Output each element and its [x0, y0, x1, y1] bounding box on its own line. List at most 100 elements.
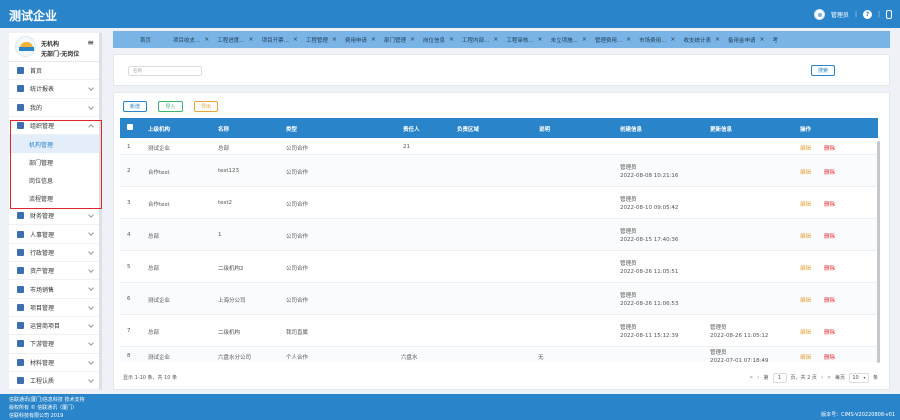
- export-button[interactable]: 导出: [194, 101, 218, 112]
- sidebar-item-5[interactable]: 人事管理: [9, 225, 101, 244]
- close-icon[interactable]: ×: [538, 36, 543, 43]
- page-size-value: 10: [852, 374, 859, 381]
- close-icon[interactable]: ×: [410, 36, 415, 43]
- delete-button[interactable]: 删除: [824, 264, 835, 272]
- tab-0[interactable]: 首页: [113, 31, 169, 48]
- sidebar-item-9[interactable]: 项目管理: [9, 299, 101, 317]
- sidebar-item-4[interactable]: 财务管理: [9, 207, 101, 226]
- edit-button[interactable]: 编辑: [800, 144, 811, 152]
- table-row[interactable]: 3 合作test test2 公司合作 管理员 2022-08-10 09:05:42 编辑…: [120, 187, 878, 219]
- page-size-select[interactable]: 10 ▾: [848, 372, 869, 383]
- sidebar-subitem-1[interactable]: 部门管理: [9, 153, 101, 172]
- edit-button[interactable]: 编辑: [800, 168, 811, 176]
- tab-11[interactable]: 管理费用... ×: [591, 31, 635, 48]
- edit-button[interactable]: 编辑: [800, 232, 811, 240]
- close-icon[interactable]: ×: [582, 36, 587, 43]
- tab-13[interactable]: 收支统计表 ×: [679, 31, 724, 48]
- tab-3[interactable]: 项目开票... ×: [258, 31, 302, 48]
- sidebar-item-11[interactable]: 下游管理: [9, 335, 101, 354]
- cell-created_at: 2022-08-08 10:21:16: [620, 173, 679, 179]
- tab-4[interactable]: 工程管理 ×: [302, 31, 341, 48]
- tab-9[interactable]: 工程审核... ×: [502, 31, 546, 48]
- user-avatar-icon[interactable]: [813, 8, 825, 20]
- delete-button[interactable]: 删除: [824, 232, 835, 240]
- close-icon[interactable]: ×: [626, 36, 631, 43]
- close-icon[interactable]: ×: [371, 36, 376, 43]
- next-page-icon[interactable]: ›: [821, 374, 823, 381]
- sidebar-subitem-2[interactable]: 岗位信息: [9, 171, 101, 190]
- cell-no: 6: [127, 296, 131, 302]
- user-name[interactable]: 管理员: [831, 10, 849, 19]
- table-row[interactable]: 8 测试企业 六盘水分公司 个人合作 六盘水 无 管理员 2022-07-01 07:18:4…: [120, 347, 878, 362]
- sidebar-item-8[interactable]: 市场销售: [9, 280, 101, 299]
- tab-10[interactable]: 未立项施... ×: [547, 31, 591, 48]
- hamburger-icon[interactable]: ≡: [87, 38, 94, 47]
- last-page-icon[interactable]: »: [827, 374, 831, 381]
- sidebar-item-3[interactable]: 组织管理: [9, 117, 101, 136]
- delete-button[interactable]: 删除: [824, 200, 835, 208]
- edit-button[interactable]: 编辑: [800, 296, 811, 304]
- edit-button[interactable]: 编辑: [800, 200, 811, 208]
- close-icon[interactable]: ×: [204, 36, 209, 43]
- edit-button[interactable]: 编辑: [800, 353, 811, 361]
- sidebar-subitem-0[interactable]: 机构管理: [9, 135, 101, 154]
- close-icon[interactable]: ×: [715, 36, 720, 43]
- sidebar-item-12[interactable]: 材料管理: [9, 354, 101, 372]
- sidebar-item-6[interactable]: 行政管理: [9, 244, 101, 263]
- cell-name: test2: [218, 200, 233, 206]
- chevron-down-icon: [88, 85, 94, 92]
- tab-15[interactable]: 考: [769, 31, 783, 48]
- close-icon[interactable]: ×: [670, 36, 675, 43]
- tab-6[interactable]: 部门管理 ×: [380, 31, 419, 48]
- tab-7[interactable]: 岗位信息 ×: [419, 31, 458, 48]
- sidebar-item-1[interactable]: 统计报表: [9, 80, 101, 99]
- close-icon[interactable]: ×: [249, 36, 254, 43]
- close-icon[interactable]: ×: [760, 36, 765, 43]
- first-page-icon[interactable]: «: [749, 374, 753, 381]
- search-input[interactable]: 名称: [128, 66, 202, 76]
- sidebar-scrollbar[interactable]: [99, 33, 102, 390]
- tab-2[interactable]: 工程进度... ×: [213, 31, 257, 48]
- sidebar-item-2[interactable]: 我的: [9, 99, 101, 117]
- close-icon[interactable]: ×: [449, 36, 454, 43]
- table-row[interactable]: 6 测试企业 上海分公司 公司合作 管理员 2022-08-26 11:06:53 编辑 删除: [120, 283, 878, 315]
- import-button[interactable]: 导入: [158, 101, 183, 112]
- pagination: « ‹ 第 1 页，共 2 页 › » 每页 10 ▾ 条: [749, 371, 878, 384]
- table-row[interactable]: 2 合作test test123 公司合作 管理员 2022-08-08 10:21:16…: [120, 155, 878, 187]
- sidebar-item-7[interactable]: 资产管理: [9, 262, 101, 281]
- table-row[interactable]: 7 总部 二级机构 我司直属 管理员 2022-08-11 15:12:39 管理员 2022…: [120, 315, 878, 347]
- edit-button[interactable]: 编辑: [800, 328, 811, 336]
- select-all-checkbox[interactable]: [127, 124, 133, 130]
- table-row[interactable]: 5 总部 二级机构2 公司合作 管理员 2022-08-26 11:05:51 编辑 删除: [120, 251, 878, 283]
- delete-button[interactable]: 删除: [824, 353, 835, 361]
- mobile-phone-icon[interactable]: [886, 9, 892, 19]
- tab-12[interactable]: 市场费用... ×: [635, 31, 679, 48]
- table-row[interactable]: 1 测试企业 总部 公司合作 21 编辑 删除: [120, 138, 878, 155]
- close-icon[interactable]: ×: [332, 36, 337, 43]
- sidebar-item-13[interactable]: 工程认质: [9, 372, 101, 390]
- delete-button[interactable]: 删除: [824, 296, 835, 304]
- search-button[interactable]: 搜索: [811, 65, 835, 76]
- table-scrollbar[interactable]: [877, 141, 880, 363]
- table-row[interactable]: 4 总部 1 公司合作 管理员 2022-08-15 17:40:36 编辑 删除: [120, 219, 878, 251]
- tab-14[interactable]: 备用金申请 ×: [724, 31, 769, 48]
- prev-page-icon[interactable]: ‹: [757, 374, 759, 381]
- delete-button[interactable]: 删除: [824, 144, 835, 152]
- tab-5[interactable]: 费用申请 ×: [341, 31, 380, 48]
- sidebar-item-10[interactable]: 运营商项目: [9, 317, 101, 336]
- delete-button[interactable]: 删除: [824, 168, 835, 176]
- col-owner: 责任人: [403, 127, 420, 133]
- close-icon[interactable]: ×: [493, 36, 498, 43]
- sidebar-subitem-3[interactable]: 流程管理: [9, 189, 101, 208]
- sidebar-item-0[interactable]: 首页: [9, 62, 101, 81]
- tab-1[interactable]: 项目收支... ×: [169, 31, 213, 48]
- close-icon[interactable]: ×: [293, 36, 298, 43]
- table-header: 上级机构 名称 类型 责任人 负责区域 说明 创建信息 更新信息 操作: [120, 118, 878, 138]
- tab-8[interactable]: 工程内部... ×: [458, 31, 502, 48]
- delete-button[interactable]: 删除: [824, 328, 835, 336]
- edit-button[interactable]: 编辑: [800, 264, 811, 272]
- page-input[interactable]: 1: [772, 372, 787, 383]
- add-button[interactable]: 新增: [123, 101, 147, 112]
- question-circle-icon[interactable]: ?: [862, 9, 872, 19]
- tab-label: 首页: [140, 37, 152, 44]
